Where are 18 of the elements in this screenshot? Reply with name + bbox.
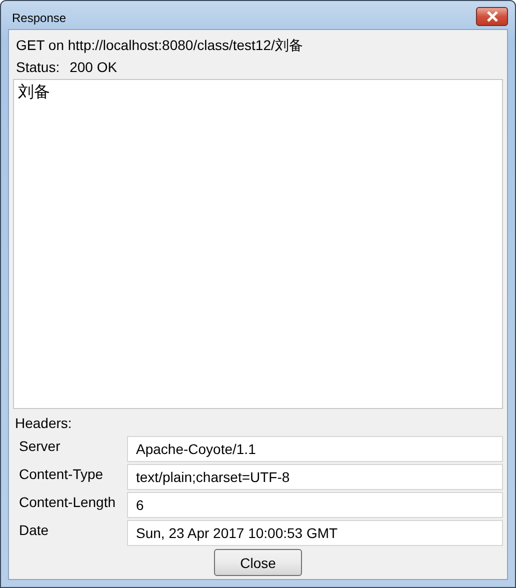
header-value-field[interactable]: text/plain;charset=UTF-8: [127, 464, 503, 490]
headers-label: Headers:: [14, 414, 73, 433]
response-body-text: 刘备: [18, 82, 50, 101]
close-dialog-button[interactable]: Close: [214, 549, 302, 576]
status-label: Status:: [16, 59, 60, 75]
response-body-area[interactable]: 刘备: [13, 79, 503, 409]
header-value-field[interactable]: 6: [127, 492, 503, 518]
close-button[interactable]: [476, 6, 508, 26]
header-name: Content-Length: [19, 493, 117, 512]
close-icon: [486, 10, 498, 22]
request-line: GET on http://localhost:8080/class/test12/刘备: [15, 36, 304, 55]
header-value-field[interactable]: Sun, 23 Apr 2017 10:00:53 GMT: [127, 520, 503, 546]
window-title: Response: [12, 11, 66, 25]
header-name: Content-Type: [19, 465, 104, 484]
header-value-field[interactable]: Apache-Coyote/1.1: [127, 436, 503, 462]
header-name: Server: [19, 437, 62, 456]
header-name: Date: [19, 521, 50, 540]
status-value: 200 OK: [70, 59, 118, 75]
